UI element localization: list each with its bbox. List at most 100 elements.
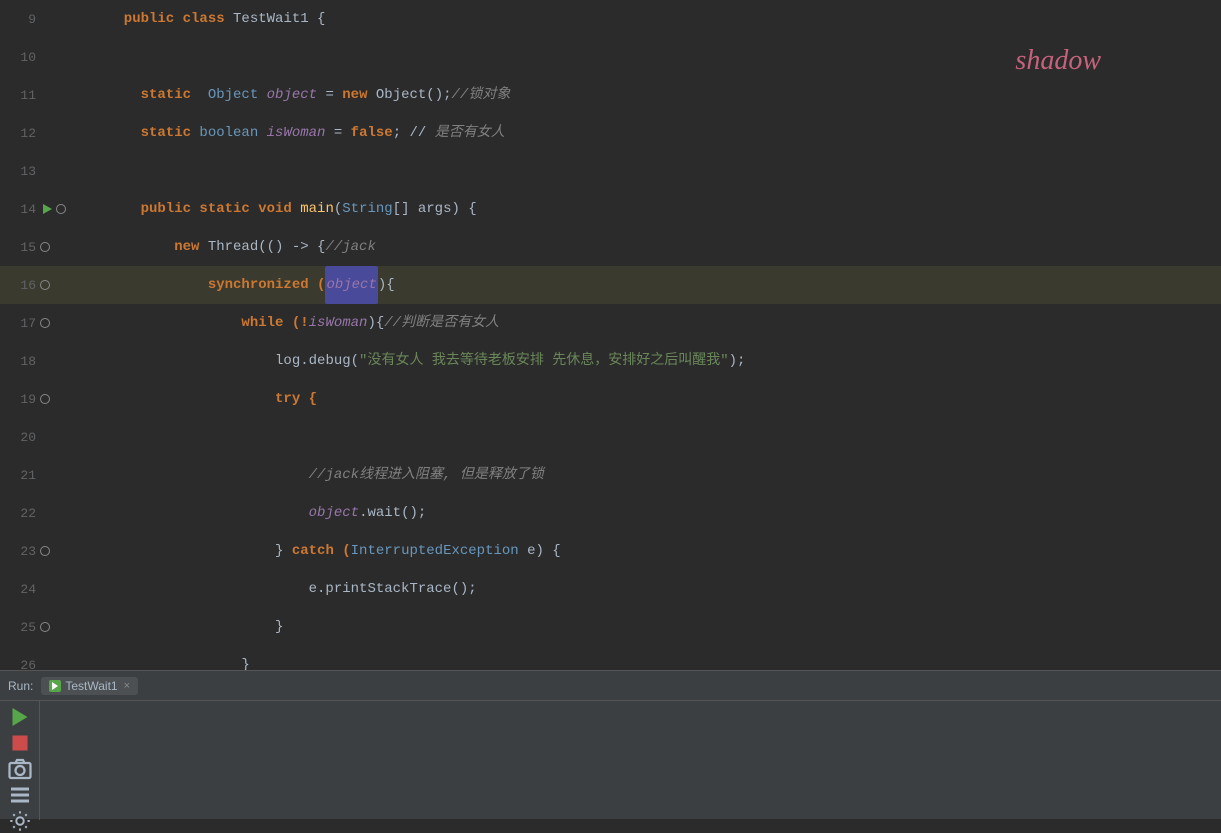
line-content-12: static boolean isWoman = false; // 是否有女人 [95, 114, 1221, 152]
dump-icon [8, 783, 32, 807]
line-number-area-9: 9 [0, 0, 95, 38]
run-tab-close[interactable]: × [124, 680, 130, 692]
new-object: Object(); [376, 76, 452, 114]
line-number-area-18: 18 [0, 342, 95, 380]
run-tab-icon [49, 680, 61, 692]
line-content-17: while (!isWoman){//判断是否有女人 [95, 304, 1221, 342]
run-play-button[interactable] [8, 705, 32, 729]
line-num-10: 10 [8, 50, 36, 65]
comment-jack-block: //jack线程进入阻塞, 但是释放了锁 [107, 456, 544, 494]
kw-new15: new [107, 228, 208, 266]
params-end: [] args) { [393, 190, 477, 228]
code-line-25: 25 } [0, 608, 1221, 646]
type-bool: boolean [199, 114, 266, 152]
line-number-area-16: 16 [0, 266, 95, 304]
line-num-25: 25 [8, 620, 36, 635]
log-str: "没有女人 我去等待老板安排 先休息，安排好之后叫醒我" [359, 342, 729, 380]
breakpoint-14[interactable] [56, 204, 66, 214]
line-num-23: 23 [8, 544, 36, 559]
line-content-18: log.debug("没有女人 我去等待老板安排 先休息，安排好之后叫醒我"); [95, 342, 1221, 380]
type-object: Object [208, 76, 267, 114]
indent22 [107, 494, 309, 532]
log-end: ); [729, 342, 746, 380]
run-button-14[interactable] [40, 202, 54, 216]
code-editor: shadow 9 public class TestWait1 { 10 11 … [0, 0, 1221, 670]
code-line-16: 16 synchronized (object){ [0, 266, 1221, 304]
printtrace: e.printStackTrace(); [107, 570, 477, 608]
line-number-area-22: 22 [0, 494, 95, 532]
line-number-area-12: 12 [0, 114, 95, 152]
semi: ; // [393, 114, 435, 152]
kw-static: static [107, 76, 208, 114]
code-line-24: 24 e.printStackTrace(); [0, 570, 1221, 608]
line-number-area-19: 19 [0, 380, 95, 418]
run-label: Run: [8, 679, 33, 693]
run-dump-button[interactable] [8, 783, 32, 807]
line-number-area-13: 13 [0, 152, 95, 190]
run-tab-testwait1[interactable]: TestWait1 × [41, 677, 138, 695]
params-start: ( [334, 190, 342, 228]
gutter-15 [40, 242, 72, 252]
gutter-14[interactable] [40, 202, 72, 216]
line-number-area-15: 15 [0, 228, 95, 266]
breakpoint-25[interactable] [40, 622, 50, 632]
code-line-20: 20 [0, 418, 1221, 456]
play-icon [8, 705, 32, 729]
line-num-13: 13 [8, 164, 36, 179]
line-number-area-26: 26 [0, 646, 95, 670]
line-num-17: 17 [8, 316, 36, 331]
comment-jack: //jack [325, 228, 375, 266]
line-num-24: 24 [8, 582, 36, 597]
line-content-19: try { [95, 380, 1221, 418]
code-line-18: 18 log.debug("没有女人 我去等待老板安排 先休息，安排好之后叫醒我… [0, 342, 1221, 380]
close-brace25: } [107, 608, 283, 646]
code-line-26: 26 } [0, 646, 1221, 670]
code-line-15: 15 new Thread(() -> {//jack [0, 228, 1221, 266]
line-number-area-14: 14 [0, 190, 95, 228]
breakpoint-15[interactable] [40, 242, 50, 252]
fn-main: main [300, 190, 334, 228]
line-num-19: 19 [8, 392, 36, 407]
line-num-26: 26 [8, 658, 36, 671]
code-line-19: 19 try { [0, 380, 1221, 418]
left-controls [0, 701, 40, 820]
sync-var: object [325, 266, 377, 304]
catch-start: } [107, 532, 292, 570]
breakpoint-19[interactable] [40, 394, 50, 404]
kw-new: new [342, 76, 376, 114]
kw-public-static: public static void [107, 190, 300, 228]
run-settings-button[interactable] [8, 809, 32, 833]
code-line-11: 11 static Object object = new Object();/… [0, 76, 1221, 114]
obj-wait: object [309, 494, 359, 532]
line-num-14: 14 [8, 202, 36, 217]
kw-false: false [351, 114, 393, 152]
line-content-9: public class TestWait1 { [95, 0, 1221, 38]
var-object: object [267, 76, 317, 114]
run-stop-button[interactable] [8, 731, 32, 755]
gutter-25 [40, 622, 72, 632]
gutter-17 [40, 318, 72, 328]
breakpoint-16[interactable] [40, 280, 50, 290]
code-line-21: 21 //jack线程进入阻塞, 但是释放了锁 [0, 456, 1221, 494]
code-line-10: 10 [0, 38, 1221, 76]
line-content-23: } catch (InterruptedException e) { [95, 532, 1221, 570]
eq: = [317, 76, 342, 114]
line-number-area-23: 23 [0, 532, 95, 570]
run-panel: Run: TestWait1 × [0, 670, 1221, 819]
assign: = [325, 114, 350, 152]
kw-static2: static [107, 114, 199, 152]
breakpoint-23[interactable] [40, 546, 50, 556]
kw-sync: synchronized ( [107, 266, 325, 304]
line-content-16: synchronized (object){ [95, 266, 1221, 304]
kw-public: public class [107, 0, 233, 38]
breakpoint-17[interactable] [40, 318, 50, 328]
line-content-22: object.wait(); [95, 494, 1221, 532]
line-content-26: } [95, 646, 1221, 670]
line-num-22: 22 [8, 506, 36, 521]
line-num-16: 16 [8, 278, 36, 293]
classname: TestWait1 { [233, 0, 325, 38]
run-screenshot-button[interactable] [8, 757, 32, 781]
line-number-area-20: 20 [0, 418, 95, 456]
run-tab-play-triangle [52, 682, 58, 690]
thread: Thread(() -> { [208, 228, 326, 266]
